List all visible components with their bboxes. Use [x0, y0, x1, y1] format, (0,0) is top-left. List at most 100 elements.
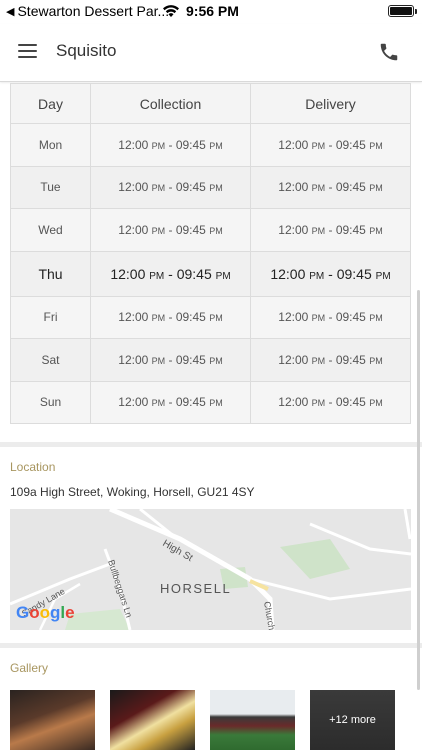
time-end-period: PM: [369, 225, 383, 236]
header-day: Day: [10, 83, 91, 124]
opening-hours-table: Day Collection Delivery Mon 12:00 PM - 09…: [10, 83, 411, 424]
time-start-period: PM: [151, 140, 166, 151]
gallery-more-label: +12 more: [329, 714, 376, 726]
time-start-period: PM: [311, 140, 326, 151]
time-start-period: PM: [311, 355, 326, 366]
time-start-period: PM: [151, 355, 166, 366]
time-end-period: PM: [209, 313, 223, 324]
time-start-period: PM: [311, 313, 326, 324]
time-start: 12:00: [118, 395, 149, 410]
time-end: 09:45: [175, 222, 206, 237]
time-start-period: PM: [149, 270, 165, 282]
time-end-period: PM: [369, 398, 383, 409]
table-row: Wed 12:00 PM - 09:45 PM 12:00 PM - 09:45 P…: [10, 208, 411, 252]
gallery-thumbnail[interactable]: [210, 690, 295, 750]
day-cell: Tue: [10, 165, 91, 209]
time-start-period: PM: [151, 183, 166, 194]
day-cell: Fri: [10, 295, 91, 339]
gallery-thumbnail[interactable]: [10, 690, 95, 750]
time-end: 09:45: [336, 265, 372, 282]
time-start-period: PM: [311, 398, 326, 409]
collection-hours-cell: 12:00 PM - 09:45 PM: [90, 380, 251, 424]
time-start: 12:00: [278, 395, 309, 410]
time-end-period: PM: [209, 183, 223, 194]
time-end-period: PM: [209, 355, 223, 366]
time-start: 12:00: [118, 310, 149, 325]
time-start: 12:00: [278, 352, 309, 367]
time-end-period: PM: [209, 140, 223, 151]
day-cell: Mon: [10, 123, 91, 167]
time-start: 12:00: [278, 310, 309, 325]
scrollbar[interactable]: [417, 290, 420, 690]
table-header-row: Day Collection Delivery: [10, 83, 411, 124]
time-start: 12:00: [278, 180, 309, 195]
time-end: 09:45: [335, 352, 366, 367]
time-start: 12:00: [110, 265, 146, 282]
collection-hours-cell: 12:00 PM - 09:45 PM: [90, 123, 251, 167]
back-app-label: Stewarton Dessert Par...: [17, 3, 170, 19]
status-time: 9:56 PM: [186, 3, 239, 19]
hamburger-menu-icon[interactable]: [18, 44, 37, 58]
phone-icon[interactable]: [378, 41, 400, 63]
header-collection: Collection: [90, 83, 251, 124]
time-start-period: PM: [311, 225, 326, 236]
table-row: Fri 12:00 PM - 09:45 PM 12:00 PM - 09:45 P…: [10, 295, 411, 339]
time-end: 09:45: [335, 137, 366, 152]
table-row: Sun 12:00 PM - 09:45 PM 12:00 PM - 09:45 P…: [10, 380, 411, 424]
back-to-app-button[interactable]: ◀ Stewarton Dessert Par...: [6, 3, 169, 19]
header-delivery: Delivery: [250, 83, 411, 124]
gallery-strip: +12 more: [10, 690, 422, 750]
delivery-hours-cell: 12:00 PM - 09:45 PM: [250, 380, 411, 424]
day-cell: Sat: [10, 338, 91, 382]
time-end-period: PM: [369, 355, 383, 366]
time-start-period: PM: [151, 225, 166, 236]
battery-icon: [388, 5, 417, 17]
back-caret-icon: ◀: [6, 5, 15, 18]
opening-hours-section: Day Collection Delivery Mon 12:00 PM - 09…: [10, 83, 411, 424]
table-row: Sat 12:00 PM - 09:45 PM 12:00 PM - 09:45 P…: [10, 338, 411, 382]
collection-hours-cell: 12:00 PM - 09:45 PM: [90, 208, 251, 252]
gallery-thumbnail[interactable]: [110, 690, 195, 750]
page-title: Squisito: [56, 41, 117, 60]
table-row: Mon 12:00 PM - 09:45 PM 12:00 PM - 09:45 P…: [10, 123, 411, 167]
time-start: 12:00: [118, 137, 149, 152]
map-area-label: HORSELL: [160, 581, 232, 596]
time-start-period: PM: [309, 270, 325, 282]
time-end: 09:45: [175, 310, 206, 325]
time-start: 12:00: [270, 265, 306, 282]
time-start-period: PM: [151, 398, 166, 409]
time-end: 09:45: [335, 395, 366, 410]
address-text: 109a High Street, Woking, Horsell, GU21 …: [10, 485, 255, 499]
location-label: Location: [10, 460, 56, 474]
time-end: 09:45: [175, 395, 206, 410]
location-map[interactable]: High St Bullbeggars Ln Church Sandy Lane…: [10, 509, 411, 630]
time-end: 09:45: [175, 352, 206, 367]
delivery-hours-cell: 12:00 PM - 09:45 PM: [250, 295, 411, 339]
time-start: 12:00: [278, 137, 309, 152]
collection-hours-cell: 12:00 PM - 09:45 PM: [90, 295, 251, 339]
time-start: 12:00: [278, 222, 309, 237]
delivery-hours-cell: 12:00 PM - 09:45 PM: [250, 250, 411, 297]
time-end-period: PM: [209, 225, 223, 236]
time-end-period: PM: [369, 183, 383, 194]
status-bar: ◀ Stewarton Dessert Par... 9:56 PM: [0, 0, 422, 24]
day-cell: Sun: [10, 380, 91, 424]
time-end-period: PM: [369, 313, 383, 324]
wifi-icon: [163, 5, 179, 17]
delivery-hours-cell: 12:00 PM - 09:45 PM: [250, 123, 411, 167]
google-logo: Google: [16, 603, 75, 622]
time-end-period: PM: [375, 270, 391, 282]
time-start: 12:00: [118, 180, 149, 195]
time-end: 09:45: [335, 310, 366, 325]
time-end: 09:45: [175, 137, 206, 152]
delivery-hours-cell: 12:00 PM - 09:45 PM: [250, 165, 411, 209]
gallery-more-thumbnail[interactable]: +12 more: [310, 690, 395, 750]
day-cell: Thu: [10, 250, 91, 297]
time-end-period: PM: [215, 270, 231, 282]
time-end: 09:45: [175, 180, 206, 195]
time-end-period: PM: [369, 140, 383, 151]
time-end: 09:45: [176, 265, 212, 282]
collection-hours-cell: 12:00 PM - 09:45 PM: [90, 250, 251, 297]
collection-hours-cell: 12:00 PM - 09:45 PM: [90, 165, 251, 209]
time-start: 12:00: [118, 352, 149, 367]
